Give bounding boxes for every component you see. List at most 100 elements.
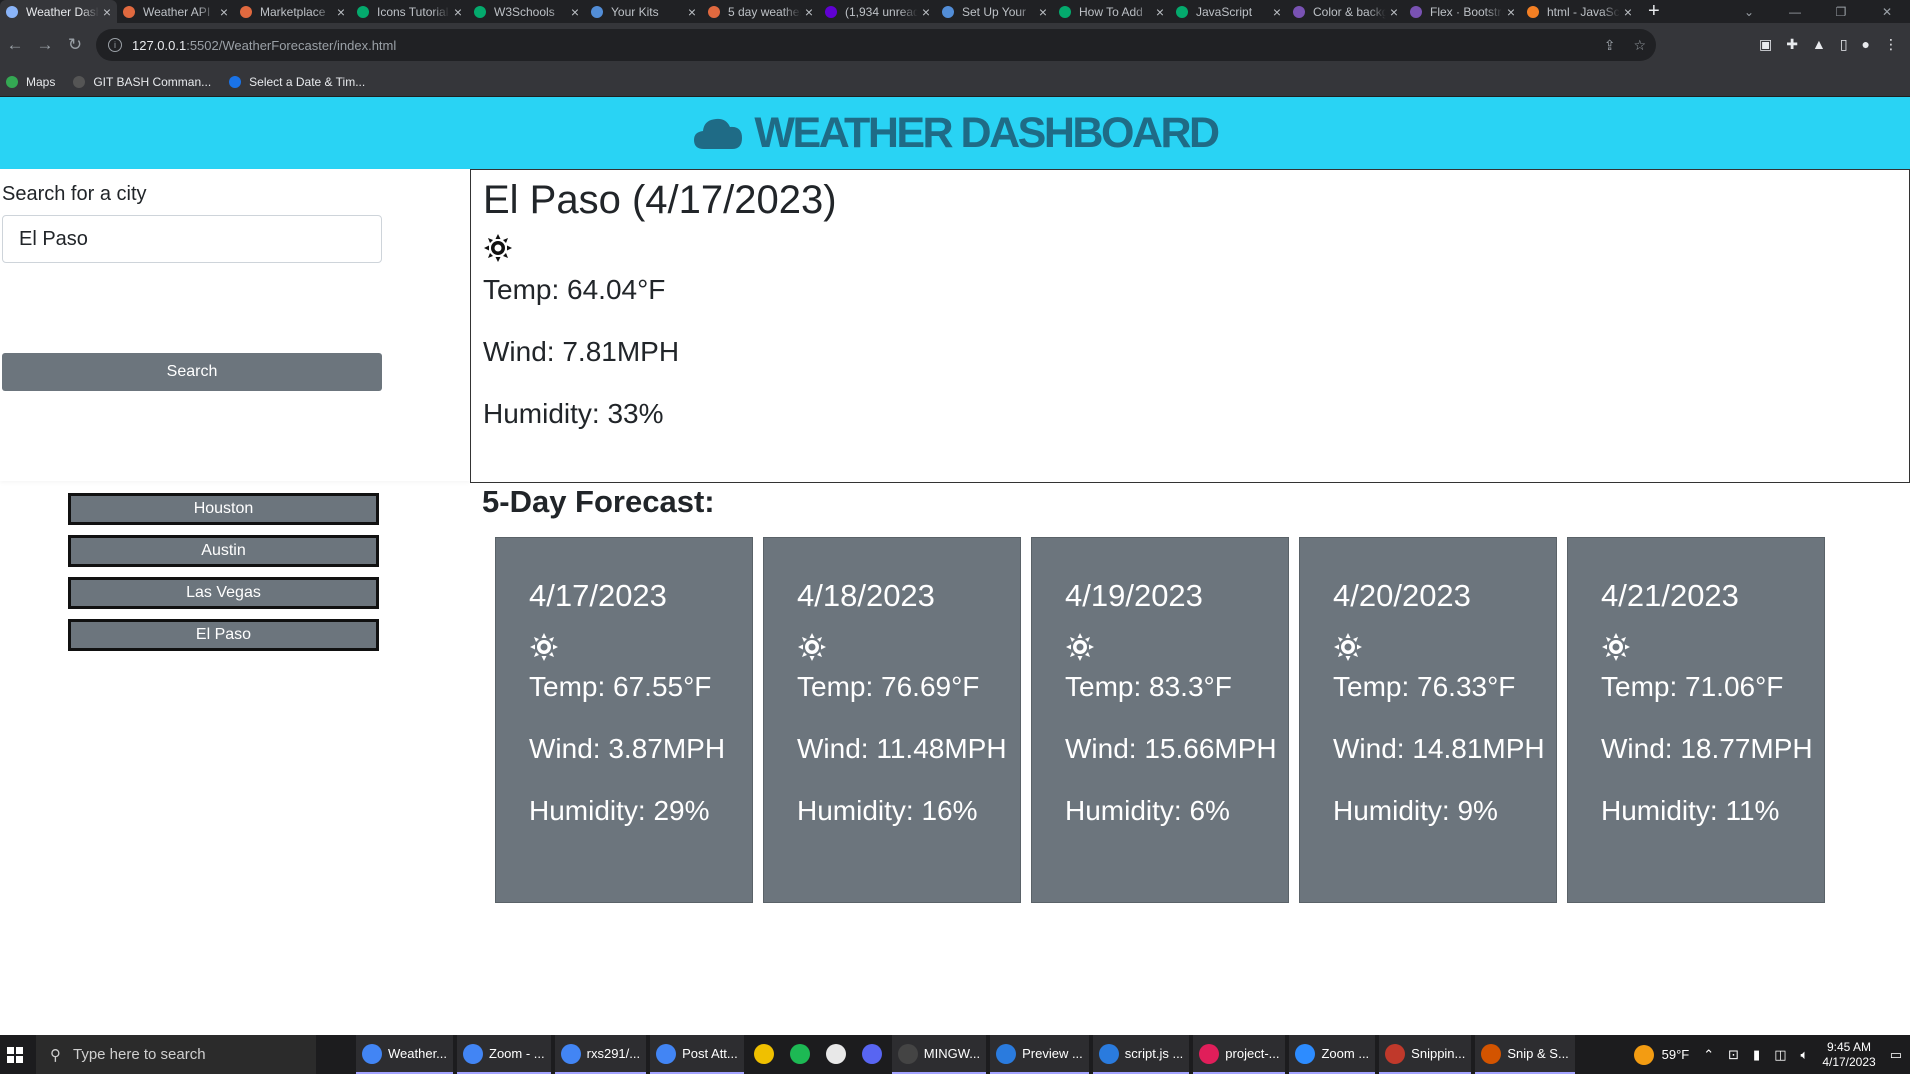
forecast-date: 4/19/2023 [1065, 578, 1203, 613]
tab-close-icon[interactable]: × [1039, 4, 1047, 20]
browser-tab[interactable]: html - JavaScript × [1521, 0, 1638, 23]
taskbar-app[interactable]: Weather... [356, 1035, 454, 1074]
browser-tab[interactable]: How To Add × [1053, 0, 1170, 23]
flask-icon[interactable]: ▲ [1812, 36, 1826, 53]
browser-tab[interactable]: (1,934 unread) × [819, 0, 936, 23]
browser-tab[interactable]: Marketplace × [234, 0, 351, 23]
taskbar-app[interactable]: project-... [1193, 1035, 1286, 1074]
search-button[interactable]: Search [2, 353, 382, 391]
extension-icon[interactable]: ▣ [1759, 36, 1772, 53]
microphone-icon[interactable]: ▮ [1753, 1047, 1760, 1063]
browser-tab[interactable]: JavaScript × [1170, 0, 1287, 23]
windows-start-icon[interactable] [0, 1035, 30, 1074]
profile-icon[interactable]: ● [1862, 36, 1870, 53]
taskbar-search-placeholder: Type here to search [73, 1046, 206, 1063]
taskbar-app[interactable]: script.js ... [1092, 1035, 1190, 1074]
tab-close-icon[interactable]: × [220, 4, 228, 20]
taskbar-app[interactable] [856, 1035, 888, 1074]
forecast-temp: Temp: 83.3°F [1065, 671, 1232, 702]
app-icon [996, 1043, 1017, 1064]
tab-close-icon[interactable]: × [1507, 4, 1515, 20]
history-city-button[interactable]: El Paso [68, 619, 379, 651]
bookmark-star-icon[interactable]: ☆ [1633, 37, 1646, 54]
notification-icon[interactable]: ▭ [1890, 1047, 1902, 1063]
taskbar-search-box[interactable]: ⚲ Type here to search [36, 1035, 316, 1074]
taskbar-app[interactable] [748, 1035, 780, 1074]
taskbar-app[interactable]: Post Att... [650, 1035, 744, 1074]
bookmark-item[interactable]: GIT BASH Comman... [73, 75, 211, 89]
close-window-button[interactable]: ✕ [1864, 5, 1910, 19]
taskbar-app[interactable]: Zoom - ... [457, 1035, 551, 1074]
history-city-button[interactable]: Houston [68, 493, 379, 525]
sun-icon [530, 633, 558, 661]
browser-tab[interactable]: Weather API × [117, 0, 234, 23]
search-icon: ⚲ [50, 1046, 61, 1064]
app-icon [897, 1043, 918, 1064]
city-search-input[interactable] [2, 215, 382, 263]
network-icon[interactable]: ⊡ [1728, 1047, 1739, 1063]
weather-widget[interactable]: 59°F [1633, 1044, 1689, 1065]
app-icon [560, 1043, 581, 1064]
forward-icon[interactable]: → [30, 35, 60, 55]
browser-tab[interactable]: 5 day weather × [702, 0, 819, 23]
sidepanel-icon[interactable]: ▯ [1840, 36, 1848, 53]
clock[interactable]: 9:45 AM 4/17/2023 [1822, 1040, 1875, 1070]
tab-close-icon[interactable]: × [1624, 4, 1632, 20]
reload-icon[interactable]: ↻ [60, 35, 90, 55]
bookmark-item[interactable]: Select a Date & Tim... [229, 75, 365, 89]
tab-close-icon[interactable]: × [103, 4, 111, 20]
tab-close-icon[interactable]: × [922, 4, 930, 20]
wifi-icon[interactable]: ◫ [1774, 1047, 1786, 1063]
app-label: Post Att... [682, 1046, 738, 1061]
browser-tab[interactable]: Weather Dashboard × [0, 0, 117, 23]
taskbar-app[interactable]: Zoom ... [1289, 1035, 1376, 1074]
system-tray: 59°F ⌃ ⊡ ▮ ◫ 🔈︎ 9:45 AM 4/17/2023 ▭ [1633, 1035, 1902, 1074]
tab-close-icon[interactable]: × [1156, 4, 1164, 20]
taskbar-app[interactable] [784, 1035, 816, 1074]
tab-favicon-icon [123, 5, 135, 18]
app-label: MINGW... [923, 1046, 981, 1061]
taskbar-app[interactable]: rxs291/... [554, 1035, 647, 1074]
browser-tab[interactable]: Your Kits × [585, 0, 702, 23]
tab-close-icon[interactable]: × [688, 4, 696, 20]
volume-icon[interactable]: 🔈︎ [1801, 1047, 1809, 1063]
browser-tab[interactable]: Icons Tutorial × [351, 0, 468, 23]
share-icon[interactable]: ⇪ [1604, 37, 1616, 54]
forecast-temp: Temp: 76.33°F [1333, 671, 1516, 702]
forecast-cards: 4/17/2023 Temp: 67.55°F Wind: 3.87MPH Humid… [495, 537, 1825, 903]
taskbar-app[interactable]: Preview ... [990, 1035, 1089, 1074]
browser-tab[interactable]: Color & background × [1287, 0, 1404, 23]
history-city-button[interactable]: Austin [68, 535, 379, 567]
tab-close-icon[interactable]: × [805, 4, 813, 20]
chevron-up-icon[interactable]: ⌃ [1703, 1047, 1714, 1063]
site-info-icon[interactable]: i [108, 38, 122, 52]
back-icon[interactable]: ← [0, 35, 30, 55]
tab-close-icon[interactable]: × [337, 4, 345, 20]
taskbar-app[interactable] [820, 1035, 852, 1074]
tab-close-icon[interactable]: × [1390, 4, 1398, 20]
address-bar[interactable]: i 127.0.0.1:5502/WeatherForecaster/index… [96, 29, 1656, 61]
puzzle-icon[interactable]: ✚ [1786, 36, 1798, 53]
taskbar-app[interactable]: Snippin... [1379, 1035, 1472, 1074]
history-city-button[interactable]: Las Vegas [68, 577, 379, 609]
tab-close-icon[interactable]: × [454, 4, 462, 20]
forecast-day-card: 4/20/2023 Temp: 76.33°F Wind: 14.81MPH Humi… [1299, 537, 1557, 903]
browser-tab[interactable]: Flex · Bootstrap × [1404, 0, 1521, 23]
taskbar-app[interactable]: MINGW... [891, 1035, 987, 1074]
menu-kebab-icon[interactable]: ⋮ [1884, 36, 1898, 53]
new-tab-button[interactable]: + [1648, 0, 1660, 23]
minimize-button[interactable]: — [1772, 5, 1818, 19]
bookmark-item[interactable]: Maps [6, 75, 55, 89]
browser-tab-strip: Weather Dashboard×Weather API×Marketplac… [0, 0, 1910, 23]
sun-icon [798, 633, 826, 661]
tab-close-icon[interactable]: × [571, 4, 579, 20]
restore-button[interactable]: ❐ [1818, 5, 1864, 19]
tab-search-icon[interactable]: ⌄ [1726, 5, 1772, 19]
taskbar-app[interactable]: Snip & S... [1475, 1035, 1575, 1074]
tab-close-icon[interactable]: × [1273, 4, 1281, 20]
tab-title: 5 day weather [728, 4, 801, 19]
sun-icon [1334, 633, 1362, 661]
browser-tab[interactable]: Set Up Your × [936, 0, 1053, 23]
tab-title: Weather API [143, 4, 211, 19]
browser-tab[interactable]: W3Schools × [468, 0, 585, 23]
